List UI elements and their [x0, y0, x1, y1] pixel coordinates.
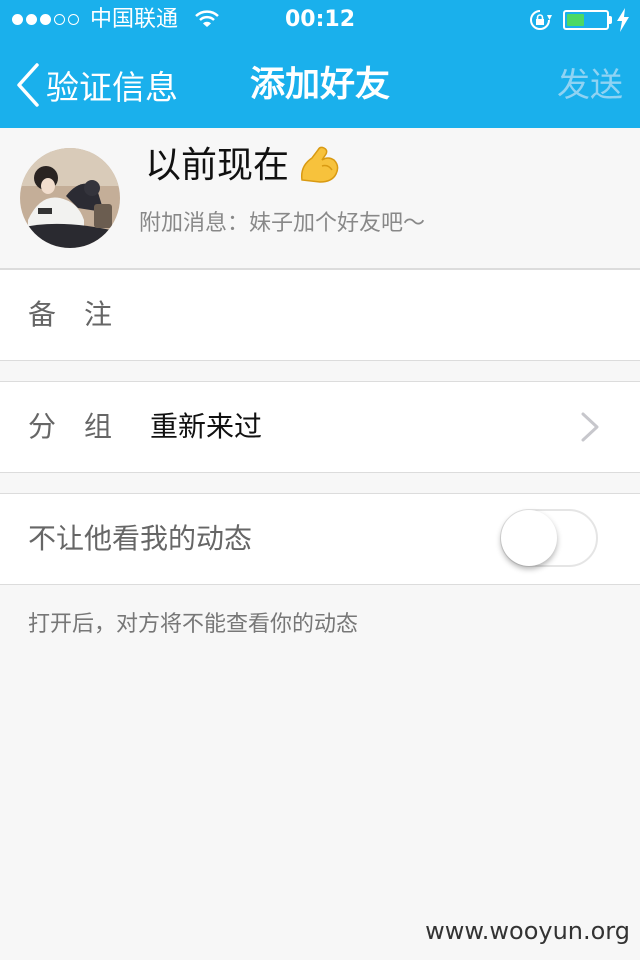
privacy-toggle[interactable] — [500, 509, 598, 567]
avatar-photo — [20, 148, 120, 248]
group-value: 重新来过 — [150, 410, 263, 443]
status-bar: 中国联通 00:12 — [0, 0, 640, 40]
extra-message: 附加消息：妹子加个好友吧～ — [139, 211, 426, 236]
friend-profile-card: 以前现在 附加消息：妹子加个好友吧～ — [0, 128, 640, 269]
avatar[interactable] — [20, 148, 120, 248]
friend-nickname: 以前现在 — [145, 145, 290, 186]
chevron-right-icon — [581, 412, 599, 442]
page-title: 添加好友 — [249, 65, 390, 105]
battery-icon — [563, 10, 609, 30]
flexed-biceps-icon — [300, 146, 339, 183]
charging-icon — [617, 8, 629, 32]
battery-level — [567, 14, 585, 26]
watermark: www.wooyun.org — [425, 917, 630, 945]
privacy-label: 不让他看我的动态 — [28, 522, 253, 555]
battery-cap — [609, 16, 612, 24]
privacy-hint: 打开后，对方将不能查看你的动态 — [28, 612, 359, 637]
remark-row[interactable]: 备 注 — [0, 269, 640, 361]
send-button[interactable]: 发送 — [557, 62, 623, 108]
toggle-knob — [501, 510, 557, 566]
top-bar: 中国联通 00:12 验证信息 添加好友 发送 — [0, 0, 640, 128]
remark-label: 备 注 — [28, 298, 113, 331]
group-label: 分 组 — [28, 410, 113, 443]
rotation-lock-icon — [530, 10, 552, 30]
privacy-row: 不让他看我的动态 — [0, 493, 640, 585]
group-row[interactable]: 分 组 重新来过 — [0, 381, 640, 473]
